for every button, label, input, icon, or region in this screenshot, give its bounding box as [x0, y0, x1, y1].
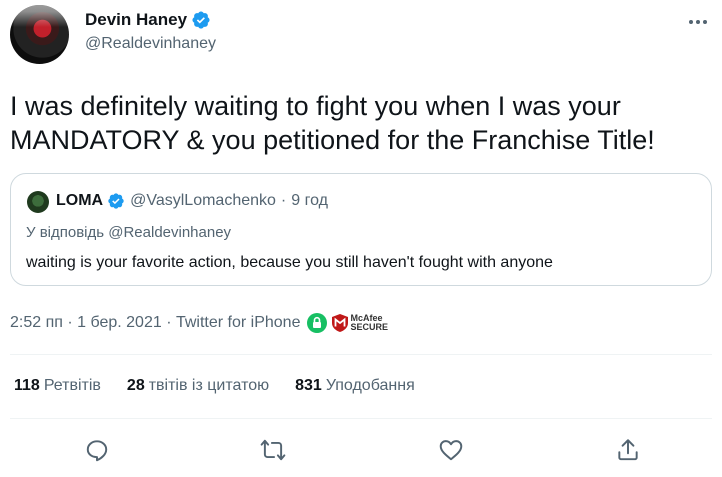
tweet-text-line-1: I was definitely waiting to fight you wh…: [10, 91, 621, 121]
engagement-stats: 118 Ретвітів 28 твітів із цитатою 831 Уподо…: [14, 377, 441, 395]
author-avatar[interactable]: [10, 5, 69, 64]
quoted-text: waiting is your favorite action, because…: [26, 254, 553, 271]
tweet-timestamp[interactable]: 2:52 пп · 1 бер. 2021 · Twitter for iPho…: [10, 314, 300, 332]
retweet-icon[interactable]: [260, 437, 286, 463]
tweet-card: Devin Haney @Realdevinhaney I was defini…: [0, 0, 722, 477]
reply-icon[interactable]: [84, 437, 110, 463]
mcafee-shield-icon: [332, 314, 349, 332]
lock-icon: [307, 313, 328, 333]
verified-badge-icon: [108, 193, 124, 209]
retweets-stat[interactable]: 118 Ретвітів: [14, 377, 101, 395]
tweet-text-line-2: MANDATORY & you petitioned for the Franc…: [10, 125, 655, 155]
divider: [10, 418, 712, 419]
quoted-author-avatar: [27, 191, 49, 213]
verified-badge-icon: [192, 11, 210, 29]
more-horizontal-icon[interactable]: [686, 12, 710, 32]
quoted-display-name: LOMA: [56, 192, 104, 209]
likes-label: Уподобання: [325, 377, 415, 394]
tweet-meta: 2:52 пп · 1 бер. 2021 · Twitter for iPho…: [10, 313, 388, 333]
heart-icon[interactable]: [438, 437, 464, 463]
quoted-tweet[interactable]: LOMA @VasylLomachenko · 9 год У відповід…: [10, 173, 712, 286]
quotes-stat[interactable]: 28 твітів із цитатою: [127, 377, 269, 395]
likes-stat[interactable]: 831 Уподобання: [295, 377, 415, 395]
quoted-handle: @VasylLomachenko: [130, 192, 276, 209]
quotes-count: 28: [126, 377, 145, 394]
retweets-count: 118: [14, 377, 40, 394]
quoted-reply-to: У відповідь @Realdevinhaney: [26, 224, 232, 241]
author-name-row: Devin Haney: [85, 10, 211, 30]
divider: [10, 354, 712, 355]
quoted-header: LOMA @VasylLomachenko · 9 год: [56, 192, 328, 210]
author-handle[interactable]: @Realdevinhaney: [85, 35, 216, 53]
mcafee-line-2: SECURE: [350, 322, 388, 332]
quoted-time: 9 год: [291, 192, 328, 209]
tweet-text: I was definitely waiting to fight you wh…: [10, 89, 710, 157]
author-display-name[interactable]: Devin Haney: [85, 10, 187, 30]
mcafee-label: McAfee SECURE: [350, 314, 388, 332]
mcafee-secure-badge: McAfee SECURE: [332, 314, 388, 332]
share-icon[interactable]: [615, 437, 641, 463]
quotes-label: твітів із цитатою: [148, 377, 270, 394]
likes-count: 831: [295, 377, 322, 394]
retweets-label: Ретвітів: [43, 377, 101, 394]
quoted-separator: ·: [280, 192, 287, 209]
